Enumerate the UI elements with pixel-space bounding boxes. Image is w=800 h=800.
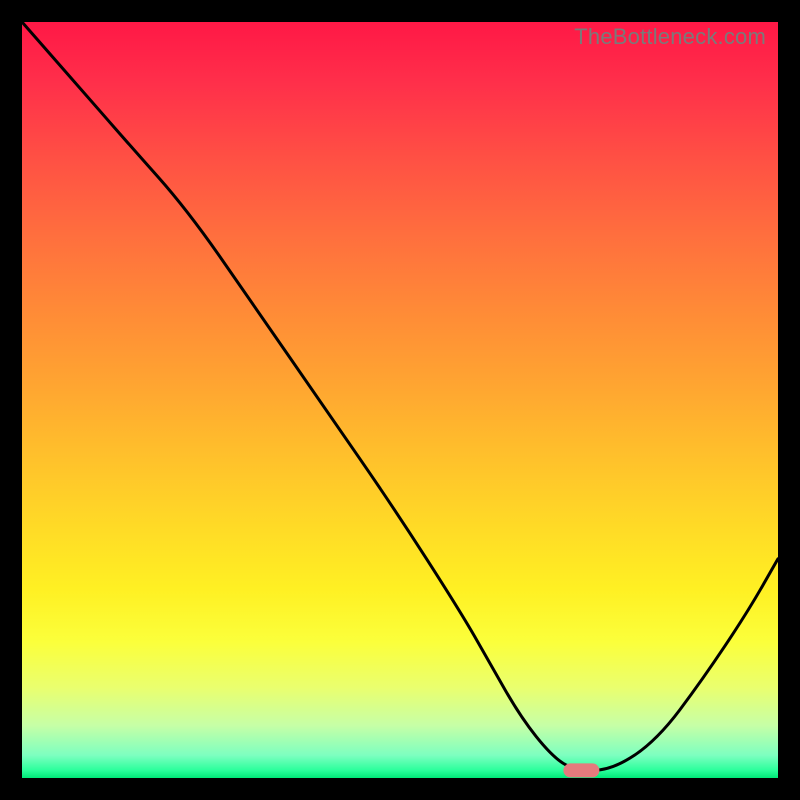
curve-layer <box>22 22 778 778</box>
chart-frame: TheBottleneck.com <box>0 0 800 800</box>
bottleneck-curve <box>22 22 778 770</box>
plot-area: TheBottleneck.com <box>22 22 778 778</box>
optimal-point-marker <box>563 763 599 777</box>
